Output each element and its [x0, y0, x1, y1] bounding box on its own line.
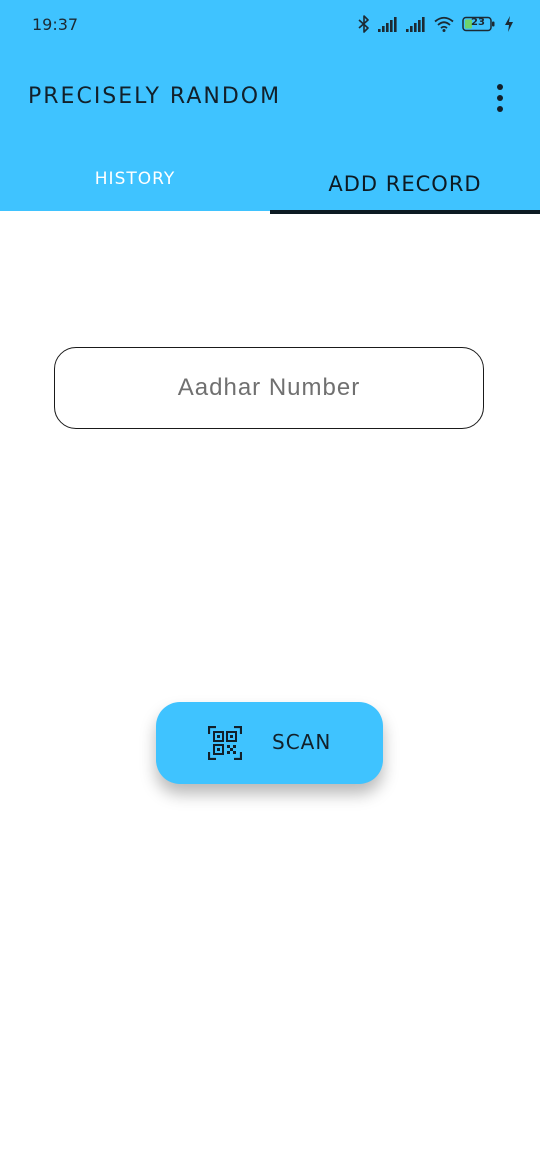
- status-icons: 23: [358, 13, 514, 35]
- more-vertical-icon[interactable]: [490, 84, 510, 112]
- tab-add-record[interactable]: Add Record: [270, 152, 540, 211]
- status-time: 19:37: [32, 15, 79, 34]
- aadhar-number-field[interactable]: [54, 347, 484, 429]
- signal-icon: [406, 16, 426, 32]
- tab-history-label: History: [94, 168, 176, 189]
- qr-code-scan-icon: [207, 725, 243, 761]
- tab-add-record-label: Add Record: [328, 171, 482, 196]
- battery-level: 23: [471, 17, 485, 28]
- app-bar: 19:37 23 PRECISELY RANDOM HISTORY ADD RE…: [0, 0, 540, 211]
- bluetooth-icon: [358, 15, 370, 33]
- charging-icon: [504, 16, 514, 32]
- app-title: Precisely Random: [28, 84, 282, 109]
- tab-history[interactable]: History: [0, 152, 270, 211]
- scan-button-label: Scan: [272, 730, 332, 754]
- battery-icon: 23: [462, 16, 496, 32]
- scan-button[interactable]: Scan: [156, 702, 383, 784]
- signal-icon: [378, 16, 398, 32]
- status-bar: 19:37 23: [0, 0, 540, 50]
- tab-selected-indicator: [270, 210, 540, 214]
- wifi-icon: [434, 16, 454, 32]
